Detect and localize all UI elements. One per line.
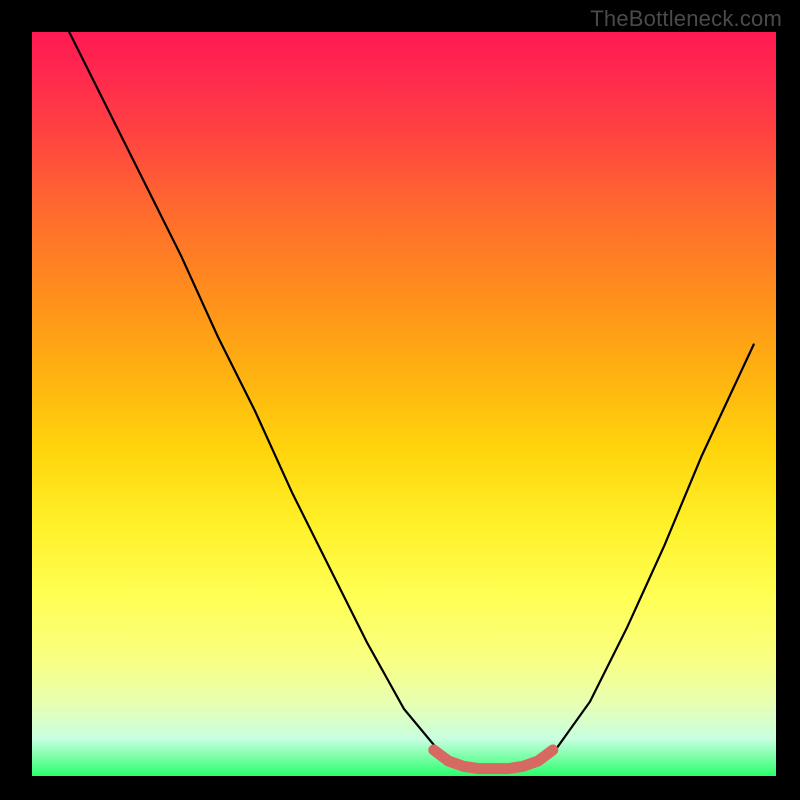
watermark-text: TheBottleneck.com bbox=[590, 6, 782, 32]
curve-layer bbox=[32, 32, 776, 776]
plot-area bbox=[32, 32, 776, 776]
bottleneck-curve bbox=[69, 32, 754, 769]
flat-bottom-highlight bbox=[434, 750, 553, 769]
